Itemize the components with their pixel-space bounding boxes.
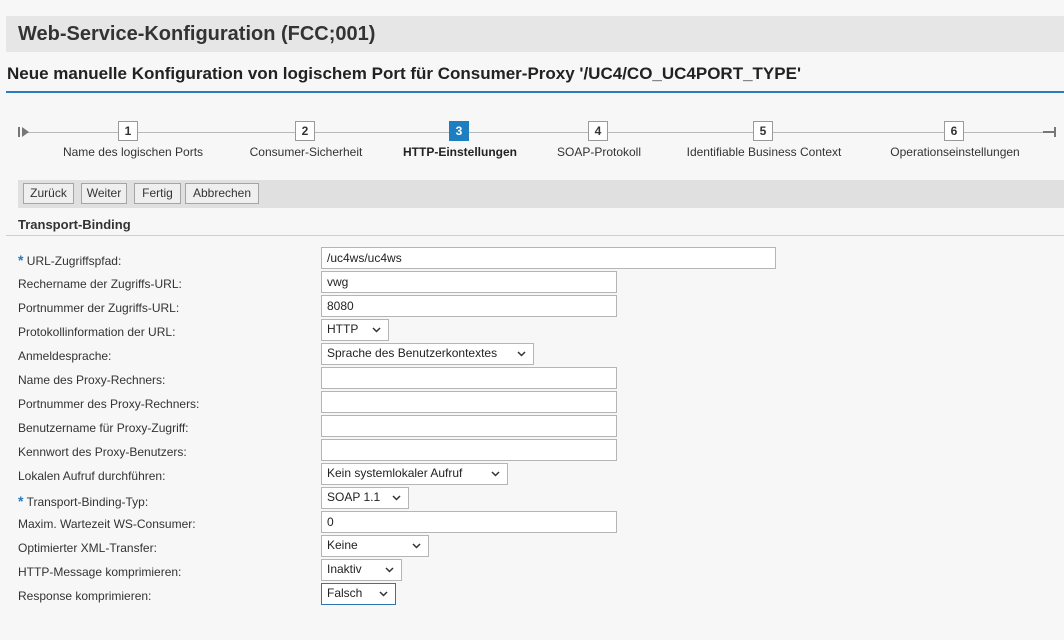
max-wait-label: Maxim. Wartezeit WS-Consumer: <box>18 517 196 531</box>
roadmap-step-5[interactable]: 5 <box>753 121 773 141</box>
roadmap-step-4[interactable]: 4 <box>588 121 608 141</box>
port-input[interactable] <box>321 295 617 317</box>
window-title-bar: Web-Service-Konfiguration (FCC;001) <box>6 16 1064 52</box>
next-button[interactable]: Weiter <box>81 183 127 204</box>
proxy-host-label: Name des Proxy-Rechners: <box>18 373 166 387</box>
local-call-select[interactable]: Kein systemlokaler Aufruf <box>321 463 508 485</box>
roadmap-step-label[interactable]: Operationseinstellungen <box>890 145 1019 159</box>
response-compress-select[interactable]: Falsch <box>321 583 396 605</box>
back-button[interactable]: Zurück <box>23 183 74 204</box>
http-compress-select[interactable]: Inaktiv <box>321 559 402 581</box>
local-call-label: Lokalen Aufruf durchführen: <box>18 469 166 483</box>
roadmap-step-label[interactable]: HTTP-Einstellungen <box>403 145 517 159</box>
cancel-button[interactable]: Abbrechen <box>185 183 259 204</box>
protocol-select-value: HTTP <box>327 322 359 336</box>
required-marker: * <box>18 252 24 268</box>
required-marker: * <box>18 493 24 509</box>
proxy-user-label: Benutzername für Proxy-Zugriff: <box>18 421 189 435</box>
roadmap-step-2[interactable]: 2 <box>295 121 315 141</box>
proxy-port-input[interactable] <box>321 391 617 413</box>
section-divider <box>6 235 1064 236</box>
http-compress-select-value: Inaktiv <box>327 562 362 576</box>
port-label: Portnummer der Zugriffs-URL: <box>18 301 180 315</box>
roadmap-step-3[interactable]: 3 <box>449 121 469 141</box>
binding-type-select[interactable]: SOAP 1.1 <box>321 487 409 509</box>
proxy-port-label: Portnummer des Proxy-Rechners: <box>18 397 200 411</box>
language-select[interactable]: Sprache des Benutzerkontextes <box>321 343 534 365</box>
url-path-input[interactable] <box>321 247 776 269</box>
roadmap: 1 Name des logischen Ports 2 Consumer-Si… <box>0 115 1064 175</box>
protocol-select[interactable]: HTTP <box>321 319 389 341</box>
local-call-select-value: Kein systemlokaler Aufruf <box>327 466 463 480</box>
chevron-down-icon <box>517 351 526 357</box>
chevron-down-icon <box>392 495 401 501</box>
title-divider <box>6 91 1064 93</box>
host-label: Rechername der Zugriffs-URL: <box>18 277 182 291</box>
chevron-down-icon <box>412 543 421 549</box>
xml-transfer-label: Optimierter XML-Transfer: <box>18 541 157 555</box>
http-compress-label: HTTP-Message komprimieren: <box>18 565 182 579</box>
xml-transfer-select[interactable]: Keine <box>321 535 429 557</box>
roadmap-line <box>28 132 1048 133</box>
chevron-down-icon <box>372 327 381 333</box>
response-compress-select-value: Falsch <box>327 586 363 600</box>
max-wait-input[interactable] <box>321 511 617 533</box>
roadmap-start-icon <box>18 127 29 137</box>
language-label: Anmeldesprache: <box>18 349 112 363</box>
binding-type-select-value: SOAP 1.1 <box>327 490 381 504</box>
window-title: Web-Service-Konfiguration (FCC;001) <box>18 23 376 45</box>
roadmap-step-label[interactable]: Name des logischen Ports <box>63 145 203 159</box>
section-title: Transport-Binding <box>18 217 131 232</box>
chevron-down-icon <box>491 471 500 477</box>
roadmap-step-6[interactable]: 6 <box>944 121 964 141</box>
binding-type-label: * Transport-Binding-Typ: <box>18 493 149 509</box>
toolbar: Zurück Weiter Fertig Abbrechen <box>18 180 1064 208</box>
page-title: Neue manuelle Konfiguration von logische… <box>7 64 801 83</box>
chevron-down-icon <box>385 567 394 573</box>
chevron-down-icon <box>379 591 388 597</box>
url-path-label: * URL-Zugriffspfad: <box>18 252 122 268</box>
roadmap-step-1[interactable]: 1 <box>118 121 138 141</box>
finish-button[interactable]: Fertig <box>134 183 181 204</box>
host-input[interactable] <box>321 271 617 293</box>
roadmap-end-icon <box>1043 127 1056 137</box>
response-compress-label: Response komprimieren: <box>18 589 152 603</box>
roadmap-step-label[interactable]: SOAP-Protokoll <box>557 145 641 159</box>
protocol-label: Protokollinformation der URL: <box>18 325 176 339</box>
proxy-user-input[interactable] <box>321 415 617 437</box>
proxy-password-input[interactable] <box>321 439 617 461</box>
xml-transfer-select-value: Keine <box>327 538 358 552</box>
roadmap-step-label[interactable]: Consumer-Sicherheit <box>250 145 363 159</box>
roadmap-step-label[interactable]: Identifiable Business Context <box>687 145 842 159</box>
proxy-host-input[interactable] <box>321 367 617 389</box>
language-select-value: Sprache des Benutzerkontextes <box>327 346 498 360</box>
proxy-password-label: Kennwort des Proxy-Benutzers: <box>18 445 187 459</box>
